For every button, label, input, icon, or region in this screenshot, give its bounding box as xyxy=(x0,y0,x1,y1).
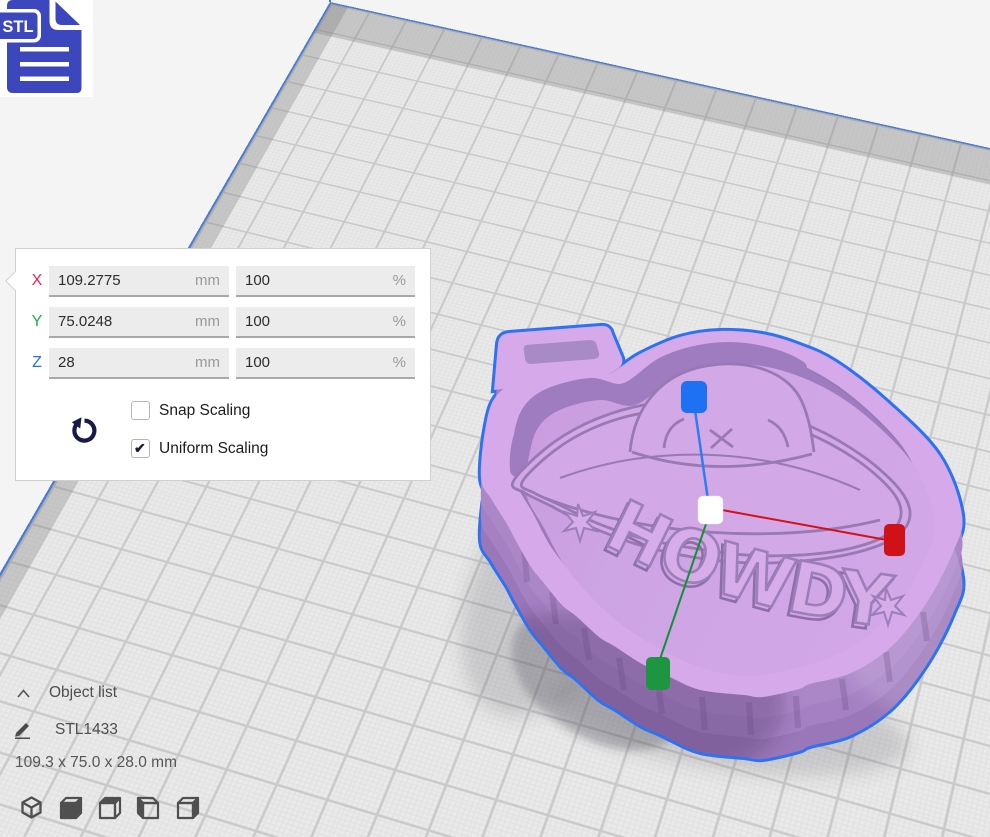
y-percent-field[interactable]: 100 % xyxy=(236,307,415,338)
reset-icon xyxy=(69,416,97,444)
stl-file-badge: STL xyxy=(0,0,93,97)
y-percent-value: 100 xyxy=(245,313,270,330)
y-percent-unit: % xyxy=(393,313,406,330)
gizmo-x-handle[interactable] xyxy=(884,524,905,556)
y-mm-unit: mm xyxy=(195,313,220,330)
gizmo-y-handle[interactable] xyxy=(646,657,670,690)
scale-row-z: Z 28 mm 100 % xyxy=(16,348,430,379)
object-list-toggle[interactable]: Object list xyxy=(17,684,117,702)
scale-row-y: Y 75.0248 mm 100 % xyxy=(16,307,430,338)
x-mm-value: 109.2775 xyxy=(58,272,121,289)
model-dimensions: 109.3 x 75.0 x 28.0 mm xyxy=(15,754,177,772)
y-mm-value: 75.0248 xyxy=(58,313,112,330)
axis-label-z: Z xyxy=(28,354,46,372)
svg-text:STL: STL xyxy=(2,18,33,36)
uniform-scaling-label: Uniform Scaling xyxy=(159,440,268,458)
snap-scaling-label: Snap Scaling xyxy=(159,402,250,420)
axis-label-y: Y xyxy=(28,313,46,331)
z-mm-field[interactable]: 28 mm xyxy=(49,348,229,379)
x-percent-field[interactable]: 100 % xyxy=(236,266,415,297)
gizmo-z-handle[interactable] xyxy=(681,381,707,413)
view-3d-button[interactable] xyxy=(19,795,44,820)
view-left-button[interactable] xyxy=(136,795,161,820)
view-right-button[interactable] xyxy=(175,795,200,820)
object-list-item[interactable]: STL1433 xyxy=(12,721,118,739)
view-top-button[interactable] xyxy=(97,795,122,820)
x-percent-value: 100 xyxy=(245,272,270,289)
x-percent-unit: % xyxy=(393,272,406,289)
chevron-up-icon xyxy=(17,689,30,698)
cube-right-icon xyxy=(175,795,200,820)
object-list-label: Object list xyxy=(49,684,117,702)
cube-3d-icon xyxy=(19,795,44,820)
cube-front-icon xyxy=(58,795,83,820)
object-name: STL1433 xyxy=(55,721,118,739)
pencil-icon xyxy=(12,721,34,739)
snap-scaling-checkbox[interactable]: ✔ xyxy=(131,401,150,420)
z-mm-unit: mm xyxy=(195,354,220,371)
view-orientation-bar xyxy=(19,795,200,820)
stl-file-icon: STL xyxy=(0,0,93,97)
cube-left-icon xyxy=(136,795,161,820)
view-front-button[interactable] xyxy=(58,795,83,820)
z-mm-value: 28 xyxy=(58,354,75,371)
uniform-scaling-checkbox[interactable]: ✔ xyxy=(131,439,150,458)
gizmo-center-handle[interactable] xyxy=(698,496,723,524)
x-mm-field[interactable]: 109.2775 mm xyxy=(49,266,229,297)
z-percent-unit: % xyxy=(393,354,406,371)
z-percent-value: 100 xyxy=(245,354,270,371)
z-percent-field[interactable]: 100 % xyxy=(236,348,415,379)
y-mm-field[interactable]: 75.0248 mm xyxy=(49,307,229,338)
reset-scale-button[interactable] xyxy=(69,416,97,444)
cube-top-icon xyxy=(97,795,122,820)
axis-label-x: X xyxy=(28,272,46,290)
x-mm-unit: mm xyxy=(195,272,220,289)
scale-tool-panel: X 109.2775 mm 100 % Y 75.0248 mm 100 % Z… xyxy=(15,248,431,481)
scale-row-x: X 109.2775 mm 100 % xyxy=(16,266,430,297)
